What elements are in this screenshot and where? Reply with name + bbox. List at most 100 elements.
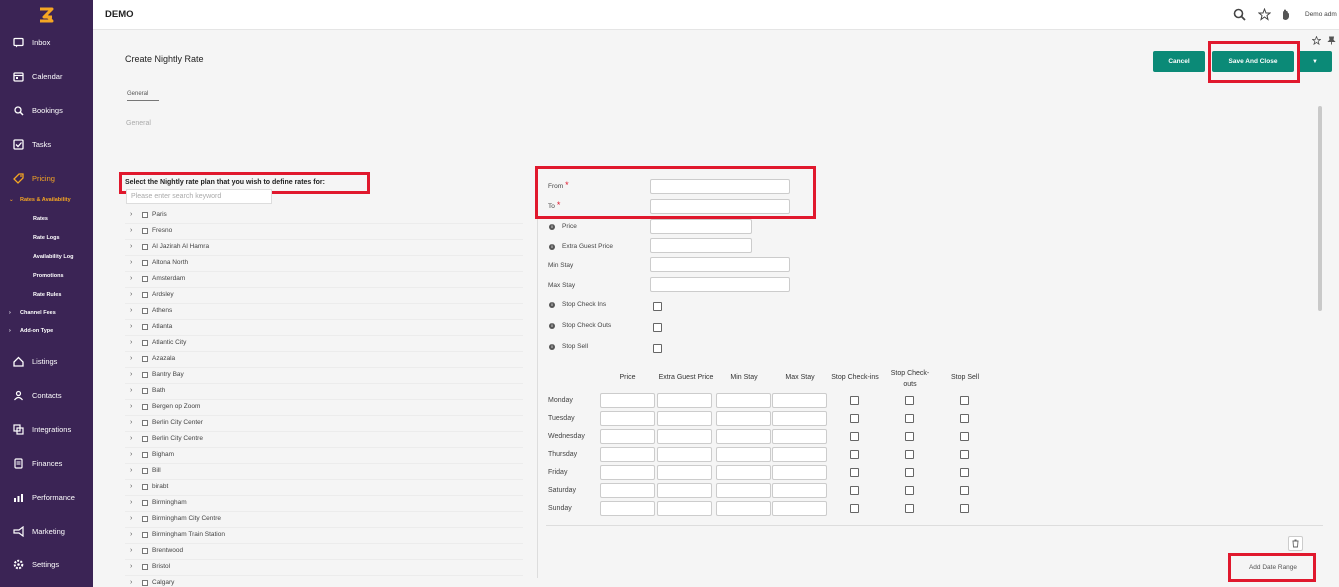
sidebar-item-bookings[interactable]: Bookings bbox=[0, 100, 93, 120]
info-icon[interactable]: i bbox=[549, 244, 555, 250]
min-stay-input[interactable] bbox=[650, 257, 790, 272]
sunday-extra-guest-price-input[interactable] bbox=[657, 501, 712, 516]
thursday-max-stay-input[interactable] bbox=[772, 447, 827, 462]
tab-general[interactable]: General bbox=[127, 91, 159, 101]
info-icon[interactable]: i bbox=[549, 224, 555, 230]
thursday-stop-sell-checkbox[interactable] bbox=[960, 450, 969, 459]
saturday-max-stay-input[interactable] bbox=[772, 483, 827, 498]
friday-stop-sell-checkbox[interactable] bbox=[960, 468, 969, 477]
rate-plan-item[interactable]: › Azazala bbox=[125, 352, 523, 368]
hand-icon[interactable] bbox=[1279, 8, 1292, 21]
sidebar-item-integrations[interactable]: Integrations bbox=[0, 419, 93, 439]
chevron-right-icon[interactable]: › bbox=[130, 387, 132, 394]
star-icon[interactable] bbox=[1312, 36, 1321, 45]
rate-plan-item[interactable]: › Altona North bbox=[125, 256, 523, 272]
sunday-stop-check-ins-checkbox[interactable] bbox=[850, 504, 859, 513]
rate-plan-item[interactable]: › Atlanta bbox=[125, 320, 523, 336]
rate-plan-checkbox[interactable] bbox=[142, 468, 148, 474]
chevron-right-icon[interactable]: › bbox=[130, 227, 132, 234]
friday-min-stay-input[interactable] bbox=[716, 465, 771, 480]
sidebar-item-tasks[interactable]: Tasks bbox=[0, 134, 93, 154]
wednesday-stop-sell-checkbox[interactable] bbox=[960, 432, 969, 441]
rate-plan-item[interactable]: › Berlin City Centre bbox=[125, 432, 523, 448]
rate-plan-item[interactable]: › Bill bbox=[125, 464, 523, 480]
chevron-right-icon[interactable]: › bbox=[130, 323, 132, 330]
monday-stop-check-outs-checkbox[interactable] bbox=[905, 396, 914, 405]
rate-plan-checkbox[interactable] bbox=[142, 500, 148, 506]
rate-plan-checkbox[interactable] bbox=[142, 356, 148, 362]
wednesday-max-stay-input[interactable] bbox=[772, 429, 827, 444]
sidebar-item-listings[interactable]: Listings bbox=[0, 351, 93, 371]
delete-range-button[interactable] bbox=[1288, 536, 1303, 551]
sunday-stop-sell-checkbox[interactable] bbox=[960, 504, 969, 513]
pin-icon[interactable] bbox=[1327, 36, 1336, 45]
chevron-right-icon[interactable]: › bbox=[130, 451, 132, 458]
stop-check-outs-checkbox[interactable] bbox=[653, 323, 662, 332]
rate-plan-checkbox[interactable] bbox=[142, 292, 148, 298]
chevron-right-icon[interactable]: › bbox=[130, 259, 132, 266]
saturday-stop-sell-checkbox[interactable] bbox=[960, 486, 969, 495]
sidebar-item-settings[interactable]: Settings bbox=[0, 554, 93, 574]
monday-max-stay-input[interactable] bbox=[772, 393, 827, 408]
friday-max-stay-input[interactable] bbox=[772, 465, 827, 480]
chevron-right-icon[interactable]: › bbox=[130, 371, 132, 378]
thursday-min-stay-input[interactable] bbox=[716, 447, 771, 462]
rate-plan-checkbox[interactable] bbox=[142, 228, 148, 234]
monday-stop-sell-checkbox[interactable] bbox=[960, 396, 969, 405]
rate-plan-item[interactable]: › Fresno bbox=[125, 224, 523, 240]
rate-plan-item[interactable]: › Calgary bbox=[125, 576, 523, 587]
tuesday-stop-check-ins-checkbox[interactable] bbox=[850, 414, 859, 423]
monday-min-stay-input[interactable] bbox=[716, 393, 771, 408]
chevron-right-icon[interactable]: › bbox=[130, 307, 132, 314]
rate-plan-item[interactable]: › Al Jazirah Al Hamra bbox=[125, 240, 523, 256]
saturday-price-input[interactable] bbox=[600, 483, 655, 498]
rate-plan-checkbox[interactable] bbox=[142, 548, 148, 554]
chevron-right-icon[interactable]: › bbox=[130, 563, 132, 570]
rate-plan-checkbox[interactable] bbox=[142, 340, 148, 346]
chevron-right-icon[interactable]: › bbox=[130, 435, 132, 442]
thursday-extra-guest-price-input[interactable] bbox=[657, 447, 712, 462]
save-options-dropdown[interactable]: ▼ bbox=[1298, 51, 1332, 72]
rate-plan-item[interactable]: › Amsterdam bbox=[125, 272, 523, 288]
scrollbar[interactable] bbox=[1318, 106, 1322, 311]
wednesday-price-input[interactable] bbox=[600, 429, 655, 444]
rate-plan-checkbox[interactable] bbox=[142, 580, 148, 586]
rate-plan-item[interactable]: › Paris bbox=[125, 208, 523, 224]
thursday-stop-check-outs-checkbox[interactable] bbox=[905, 450, 914, 459]
friday-stop-check-outs-checkbox[interactable] bbox=[905, 468, 914, 477]
friday-extra-guest-price-input[interactable] bbox=[657, 465, 712, 480]
rate-plan-checkbox[interactable] bbox=[142, 260, 148, 266]
chevron-right-icon[interactable]: › bbox=[130, 275, 132, 282]
chevron-right-icon[interactable]: › bbox=[130, 243, 132, 250]
sidebar-item-contacts[interactable]: Contacts bbox=[0, 385, 93, 405]
stop-sell-checkbox[interactable] bbox=[653, 344, 662, 353]
app-logo-icon[interactable] bbox=[36, 5, 56, 25]
rate-plan-checkbox[interactable] bbox=[142, 484, 148, 490]
rate-plan-item[interactable]: › Brentwood bbox=[125, 544, 523, 560]
rate-plan-checkbox[interactable] bbox=[142, 532, 148, 538]
wednesday-stop-check-ins-checkbox[interactable] bbox=[850, 432, 859, 441]
max-stay-input[interactable] bbox=[650, 277, 790, 292]
tuesday-extra-guest-price-input[interactable] bbox=[657, 411, 712, 426]
sidebar-item-calendar[interactable]: Calendar bbox=[0, 66, 93, 86]
info-icon[interactable]: i bbox=[549, 344, 555, 350]
rate-plan-item[interactable]: › Berlin City Center bbox=[125, 416, 523, 432]
chevron-right-icon[interactable]: › bbox=[130, 339, 132, 346]
rate-plan-checkbox[interactable] bbox=[142, 404, 148, 410]
rate-plan-checkbox[interactable] bbox=[142, 372, 148, 378]
rate-plan-checkbox[interactable] bbox=[142, 212, 148, 218]
rate-plan-checkbox[interactable] bbox=[142, 276, 148, 282]
chevron-right-icon[interactable]: › bbox=[130, 499, 132, 506]
saturday-extra-guest-price-input[interactable] bbox=[657, 483, 712, 498]
info-icon[interactable]: i bbox=[549, 302, 555, 308]
wednesday-min-stay-input[interactable] bbox=[716, 429, 771, 444]
thursday-price-input[interactable] bbox=[600, 447, 655, 462]
saturday-stop-check-ins-checkbox[interactable] bbox=[850, 486, 859, 495]
tuesday-stop-sell-checkbox[interactable] bbox=[960, 414, 969, 423]
chevron-right-icon[interactable]: › bbox=[130, 483, 132, 490]
sidebar-item-pricing[interactable]: Pricing bbox=[0, 168, 93, 188]
rate-plan-item[interactable]: › Ardsley bbox=[125, 288, 523, 304]
tuesday-stop-check-outs-checkbox[interactable] bbox=[905, 414, 914, 423]
price-input[interactable] bbox=[650, 219, 752, 234]
sidebar-item-marketing[interactable]: Marketing bbox=[0, 521, 93, 541]
